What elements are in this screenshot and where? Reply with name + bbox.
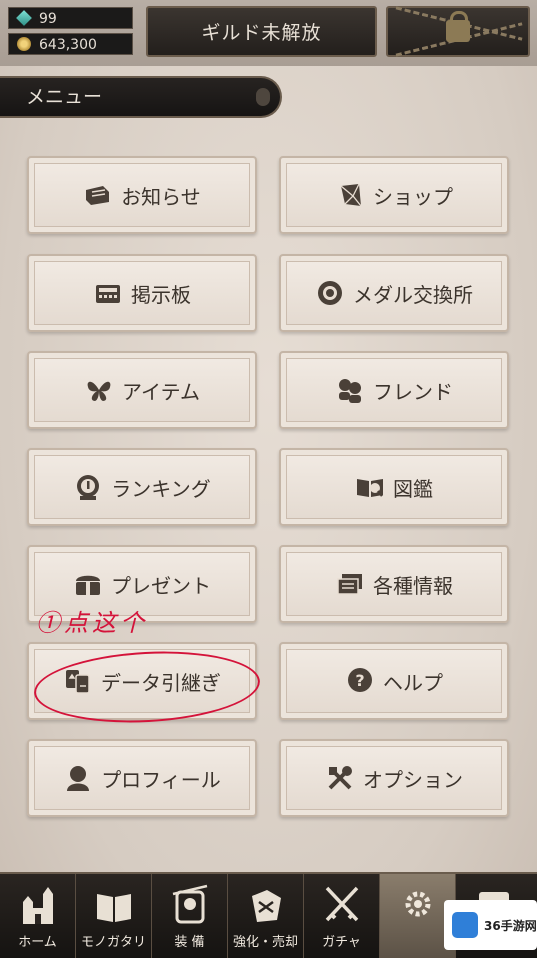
- ranking-icon: [73, 472, 103, 502]
- menu-button-board[interactable]: 掲示板: [27, 254, 257, 332]
- letter-icon: [83, 180, 113, 210]
- nav-story[interactable]: モノガタリ: [76, 874, 152, 958]
- nav-gacha[interactable]: ガチャ: [304, 874, 380, 958]
- menu-button-label: メダル交換所: [353, 282, 473, 307]
- butterfly-icon: [84, 375, 114, 405]
- watermark-text: 36手游网: [484, 918, 537, 933]
- enhance-icon: [252, 890, 281, 922]
- menu-button-label: 掲示板: [131, 282, 191, 307]
- equipment-icon: [172, 884, 208, 924]
- menu-button-ranking[interactable]: ランキング: [27, 448, 257, 526]
- nav-home[interactable]: ホーム: [0, 874, 76, 958]
- menu-button-label: オプション: [363, 767, 463, 792]
- help-icon: ?: [345, 666, 375, 696]
- nav-enhance-sell[interactable]: 強化・売却: [228, 874, 304, 958]
- menu-button-label: プロフィール: [101, 767, 221, 792]
- coin-icon: [17, 37, 31, 51]
- menu-button-friend[interactable]: フレンド: [279, 351, 509, 429]
- nav-label: ホーム: [18, 935, 57, 950]
- present-icon: [73, 569, 103, 599]
- menu-button-label: お知らせ: [121, 184, 201, 209]
- menu-button-item[interactable]: アイテム: [27, 351, 257, 429]
- guild-label: ギルド未解放: [201, 22, 322, 44]
- menu-button-option[interactable]: オプション: [279, 739, 509, 817]
- top-bar: 99 643,300 ギルド未解放: [0, 0, 537, 66]
- menu-button-profile[interactable]: プロフィール: [27, 739, 257, 817]
- nav-label: 強化・売却: [232, 935, 298, 950]
- site-watermark: 36手游网: [444, 900, 537, 950]
- info-icon: [335, 569, 365, 599]
- menu-button-help[interactable]: ? ヘルプ: [279, 642, 509, 720]
- menu-button-label: アイテム: [122, 379, 200, 404]
- menu-header: メニュー: [0, 76, 282, 118]
- nav-label: モノガタリ: [80, 935, 146, 950]
- tools-icon: [325, 763, 355, 793]
- guild-button[interactable]: ギルド未解放: [146, 6, 377, 57]
- locked-feature-button[interactable]: [386, 6, 530, 57]
- gear-icon: [405, 891, 431, 917]
- coin-counter: 643,300: [8, 33, 133, 55]
- castle-icon: [23, 887, 53, 924]
- menu-title: メニュー: [26, 86, 103, 108]
- gem-icon: [16, 10, 32, 26]
- menu-button-shop[interactable]: ショップ: [279, 156, 509, 234]
- lock-icon: [446, 11, 470, 42]
- svg-text:?: ?: [355, 671, 364, 690]
- medal-icon: [315, 278, 345, 308]
- menu-button-label: 図鑑: [393, 476, 433, 501]
- watermark-logo-icon: [452, 912, 478, 938]
- menu-button-news[interactable]: お知らせ: [27, 156, 257, 234]
- menu-button-label: ショップ: [373, 184, 453, 209]
- menu-button-medal-exchange[interactable]: メダル交換所: [279, 254, 509, 332]
- menu-button-info[interactable]: 各種情報: [279, 545, 509, 623]
- menu-button-label: プレゼント: [111, 573, 211, 598]
- open-book-icon: [97, 894, 131, 922]
- menu-button-label: ランキング: [111, 476, 211, 501]
- friends-icon: [335, 375, 365, 405]
- nav-label: ガチャ: [322, 935, 361, 950]
- gem-counter: 99: [8, 7, 133, 29]
- swords-icon: [325, 886, 359, 922]
- profile-icon: [63, 763, 93, 793]
- gem-count: 99: [39, 11, 57, 27]
- book-icon: [355, 472, 385, 502]
- coin-count: 643,300: [39, 37, 97, 53]
- board-icon: [93, 278, 123, 308]
- nav-label: 装 備: [174, 935, 205, 950]
- menu-button-encyclopedia[interactable]: 図鑑: [279, 448, 509, 526]
- menu-button-label: 各種情報: [373, 573, 453, 598]
- menu-button-label: フレンド: [373, 379, 453, 404]
- scroll-knob-icon: [256, 88, 270, 106]
- nav-equipment[interactable]: 装 備: [152, 874, 228, 958]
- menu-button-label: ヘルプ: [383, 670, 443, 695]
- handwritten-annotation: ①点这个: [36, 609, 148, 637]
- crystal-icon: [335, 180, 365, 210]
